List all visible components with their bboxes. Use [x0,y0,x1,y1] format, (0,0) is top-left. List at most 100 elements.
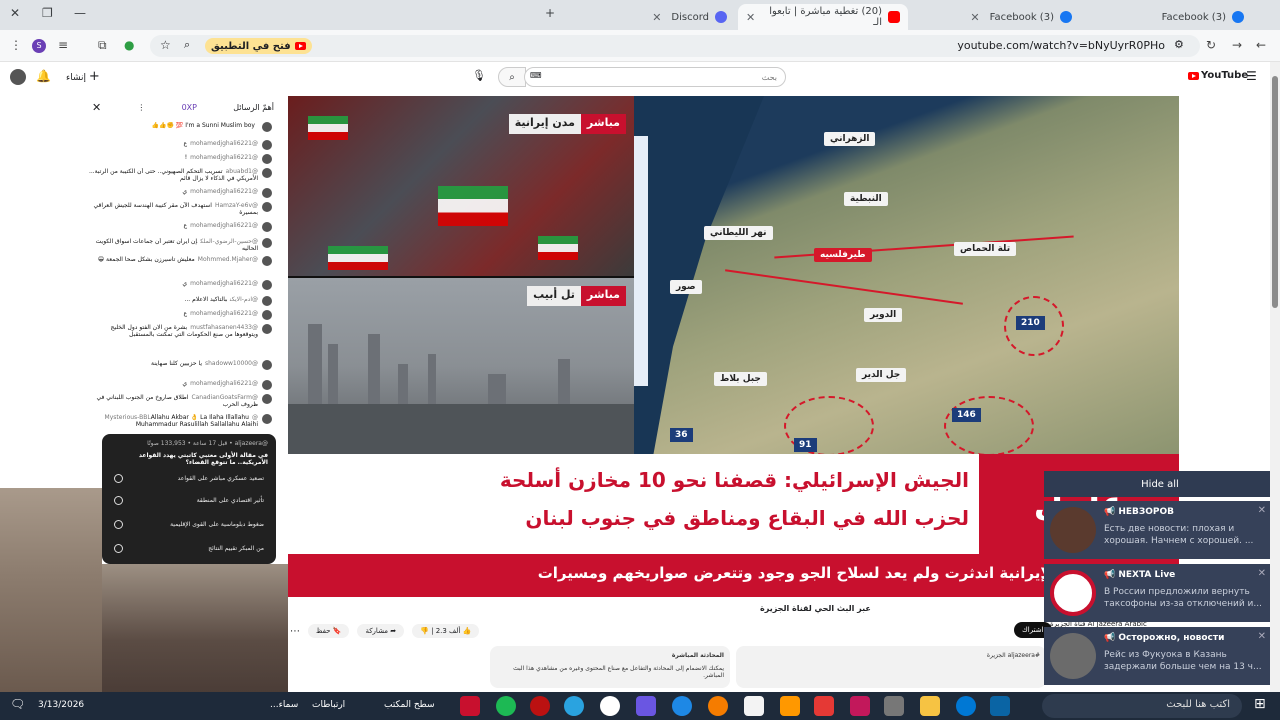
share-button[interactable]: مشاركة ➦ [357,624,405,638]
chat-author[interactable]: @mohamedjghali6221 [190,154,258,161]
hamburger-menu-icon[interactable]: ☰ [1246,69,1257,83]
reading-list-icon[interactable]: ≡ [58,38,68,52]
chat-author-avatar[interactable] [262,154,272,164]
search-lens-icon[interactable]: ⌕ [184,38,190,52]
notification-center-icon[interactable]: 🗨 [10,697,25,711]
app-icon[interactable] [460,696,480,716]
scrollbar-thumb[interactable] [1272,76,1278,308]
save-button[interactable]: حفظ 🔖 [308,624,350,638]
app-icon[interactable] [708,696,728,716]
reload-icon[interactable]: ↻ [1206,38,1216,52]
poll-option[interactable]: ضغوط دبلوماسية على القوى الإقليمية [110,516,268,532]
poll-option[interactable]: تصعيد عسكري مباشر على القواعد [110,470,268,486]
chat-author[interactable]: @HamzaY-e6v [215,202,258,209]
chat-author[interactable]: @shadoww10000 [205,360,258,367]
open-in-app-button[interactable]: فتح في التطبيق [205,38,312,54]
close-notification-icon[interactable]: ✕ [1258,631,1266,642]
chat-author-avatar[interactable] [262,238,272,248]
chat-author-avatar[interactable] [262,222,272,232]
poll-option[interactable]: من المبكر تقييم النتائج [110,540,268,556]
extension-icon[interactable]: ● [124,38,134,52]
chat-message[interactable]: @حسين-الرضوي-الملكإن ايران تعتبر أن جماع… [86,238,272,256]
new-tab-icon[interactable]: + [545,6,555,20]
chat-author-avatar[interactable] [262,280,272,290]
close-tab-icon[interactable]: ✕ [746,11,755,24]
windows-start-icon[interactable]: ⊞ [1254,696,1266,712]
forward-icon[interactable]: → [1232,38,1242,52]
back-icon[interactable]: ← [1256,38,1266,52]
telegram-icon[interactable] [564,696,584,716]
app-icon[interactable] [884,696,904,716]
chat-message[interactable]: @CanadianGoatsFarmاطلاق صاروخ من الجنوب … [86,394,272,412]
chat-author[interactable]: @mohamedjghali6221 [190,188,258,195]
chat-author-avatar[interactable] [262,296,272,306]
app-icon[interactable] [744,696,764,716]
close-notification-icon[interactable]: ✕ [1258,568,1266,579]
chat-author[interactable]: @Mohmmed.Mjaher [198,256,258,263]
search-button[interactable]: ⌕ [498,67,526,87]
chat-author-avatar[interactable] [262,122,272,132]
taskbar-weather[interactable]: سماء... [270,700,298,710]
notifications-bell-icon[interactable]: 🔔 [36,69,51,83]
chat-author-avatar[interactable] [262,414,272,424]
site-settings-icon[interactable]: ⚙ [1174,38,1184,51]
close-tab-icon[interactable]: ✕ [652,11,661,24]
chat-author-avatar[interactable] [262,140,272,150]
chat-mode-dropdown[interactable]: أهمّ الرسائل [233,103,274,112]
youtube-logo[interactable]: YouTube [1188,70,1248,81]
extensions-icon[interactable]: ⧉ [98,38,107,53]
edge-icon[interactable] [956,696,976,716]
notification-card[interactable]: 📢 НЕВЗОРОВ Есть две новости: плохая и хо… [1044,501,1276,559]
chat-message[interactable]: @shadoww10000يا حزبيين كلنا صهاينة [86,360,272,378]
restore-window-icon[interactable]: ❐ [42,6,53,20]
chat-author[interactable]: @mohamedjghali6221 [190,280,258,287]
profile-avatar[interactable]: S [32,39,46,53]
chat-author[interactable]: @mohamedjghali6221 [190,222,258,229]
account-avatar[interactable] [10,69,26,85]
chat-author[interactable]: @abuabd1 [226,168,258,175]
chat-author-avatar[interactable] [262,360,272,370]
tab-youtube-live[interactable]: (20) تغطية مباشرة | تابعوا الـ ✕ [738,4,908,30]
minimize-window-icon[interactable]: — [74,6,86,20]
chat-message[interactable]: @HamzaY-e6vاستهدف الآن مقر كتيبة الهندسة… [86,202,272,220]
like-dislike-group[interactable]: 👎 | 2.3 ألف 👍 [412,624,480,638]
chat-menu-icon[interactable]: ⋮ [137,103,145,112]
menu-dots-icon[interactable]: ⋮ [10,38,22,52]
description-box[interactable]: #aljazeera الجزيرة [736,646,1046,688]
chat-author-avatar[interactable] [262,394,272,404]
chat-author-avatar[interactable] [262,256,272,266]
app-icon[interactable] [530,696,550,716]
close-tab-icon[interactable]: ✕ [970,11,979,24]
notification-card[interactable]: 📢 Осторожно, новости Рейс из Фукуока в К… [1044,627,1276,685]
microphone-icon[interactable]: 🎙 [472,69,486,82]
app-icon[interactable] [780,696,800,716]
poll-option[interactable]: تأثير اقتصادي على المنطقة [110,492,268,508]
close-window-icon[interactable]: ✕ [10,6,20,20]
chat-message[interactable]: @mustfahasanen4433بشرة من الان الفتو دول… [86,324,272,342]
spotify-icon[interactable] [496,696,516,716]
chat-message[interactable]: I'm a Sunni Muslim boy 💯 ✊👍👍 [86,122,272,140]
hide-all-button[interactable]: Hide all [1044,471,1276,497]
chat-author-avatar[interactable] [262,202,272,212]
taskbar-search[interactable]: اكتب هنا للبحث [1042,694,1242,718]
app-icon[interactable] [636,696,656,716]
url-text[interactable]: youtube.com/watch?v=bNyUyrR0PHo [957,39,1165,52]
keyboard-icon[interactable]: ⌨ [530,71,542,80]
chrome-icon[interactable] [672,696,692,716]
taskbar-links[interactable]: ارتباطات [312,700,345,710]
bookmark-star-icon[interactable]: ☆ [160,38,171,52]
chat-author-avatar[interactable] [262,168,272,178]
chat-author-avatar[interactable] [262,324,272,334]
store-icon[interactable] [990,696,1010,716]
youtube-icon[interactable] [814,696,834,716]
chat-author[interactable]: @mohamedjghali6221 [190,140,258,147]
chat-author[interactable]: @mohamedjghali6221 [190,310,258,317]
create-button[interactable]: إنشاء + [66,69,100,84]
chat-author[interactable]: @mohamedjghali6221 [190,380,258,387]
chat-message[interactable]: @abuabd1تسريب التحكم الصهيوني.. حتى أن ا… [86,168,272,186]
taskbar-desktop[interactable]: سطح المكتب [384,700,435,710]
search-input[interactable] [524,67,786,87]
tab-facebook-2[interactable]: (3) Facebook [1082,4,1252,30]
chat-author[interactable]: @mustfahasanen4433 [190,324,258,331]
more-actions-icon[interactable]: ⋯ [290,626,300,637]
